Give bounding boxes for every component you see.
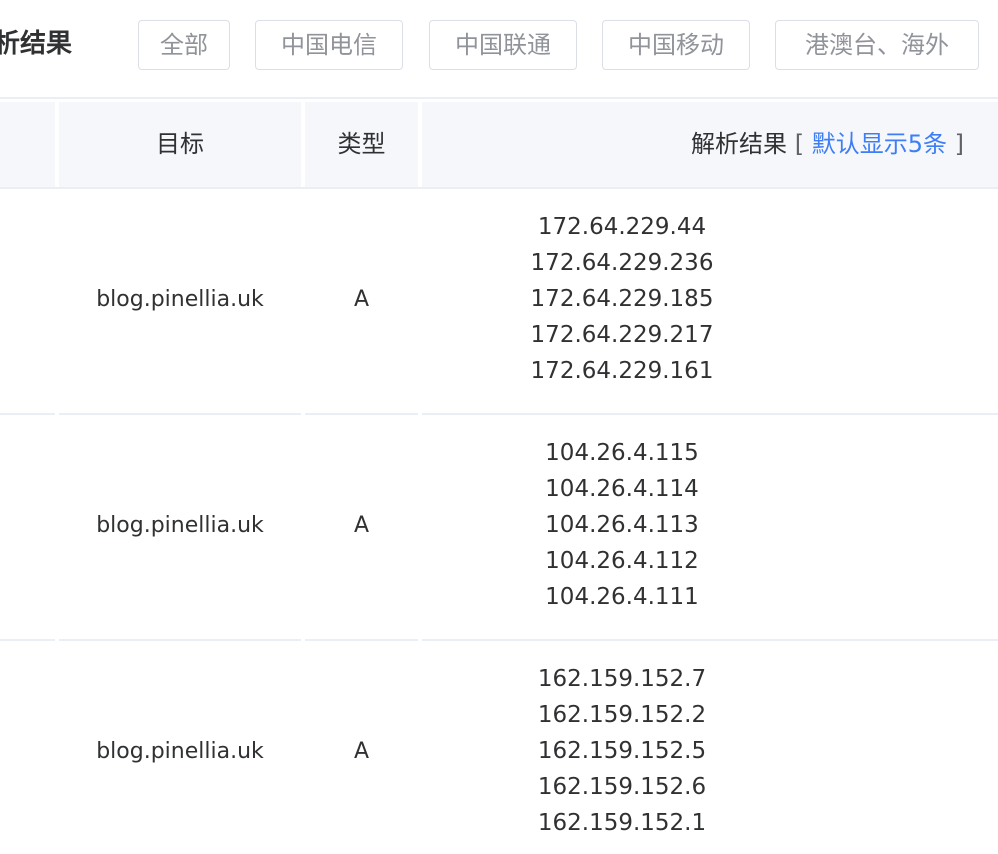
header-divider	[0, 97, 998, 99]
row-2-type: A	[353, 513, 370, 538]
ip-address: 104.26.4.112	[545, 548, 699, 574]
row-3-target: blog.pinellia.uk	[96, 739, 264, 764]
table-header: 目标 类型 解析结果 [ 默认显示5条 ]	[0, 102, 998, 187]
tab-china-unicom[interactable]: 中国联通	[429, 20, 577, 70]
row-1-type: A	[353, 287, 370, 312]
bracket-close: ]	[954, 130, 964, 158]
ip-address: 162.159.152.1	[537, 810, 707, 836]
section-title: 析结果	[0, 29, 73, 59]
column-header-leading	[0, 102, 55, 187]
default-count-link[interactable]: 默认显示5条	[812, 130, 947, 158]
ip-address: 172.64.229.161	[530, 358, 714, 384]
ip-address: 162.159.152.6	[537, 774, 707, 800]
column-header-type: 类型	[305, 102, 418, 187]
row-divider	[0, 413, 998, 415]
column-separator	[55, 189, 59, 854]
tab-hk-macau-taiwan-overseas[interactable]: 港澳台、海外	[775, 20, 979, 70]
row-3-type: A	[353, 739, 370, 764]
ip-address: 104.26.4.115	[545, 440, 699, 466]
column-header-target: 目标	[59, 102, 301, 187]
ip-address: 162.159.152.7	[537, 666, 707, 692]
column-header-result-label: 解析结果	[691, 130, 788, 158]
bracket-open: [	[794, 130, 805, 158]
column-separator	[301, 189, 305, 854]
ip-address: 104.26.4.114	[545, 476, 699, 502]
ip-address: 172.64.229.236	[530, 250, 714, 276]
tab-all[interactable]: 全部	[138, 20, 230, 70]
row-2-ip-list: 104.26.4.115 104.26.4.114 104.26.4.113 1…	[422, 435, 822, 615]
column-header-result: 解析结果 [ 默认显示5条 ]	[422, 102, 998, 187]
row-1-target: blog.pinellia.uk	[96, 287, 264, 312]
ip-address: 172.64.229.44	[537, 214, 707, 240]
ip-address: 172.64.229.185	[530, 286, 714, 312]
row-divider	[0, 639, 998, 641]
ip-address: 162.159.152.5	[537, 738, 707, 764]
header-bottom-border	[0, 187, 998, 189]
ip-address: 104.26.4.113	[545, 512, 699, 538]
tab-china-telecom[interactable]: 中国电信	[255, 20, 403, 70]
row-1-ip-list: 172.64.229.44 172.64.229.236 172.64.229.…	[422, 209, 822, 389]
row-2-target: blog.pinellia.uk	[96, 513, 264, 538]
column-separator	[418, 189, 422, 854]
ip-address: 162.159.152.2	[537, 702, 707, 728]
ip-address: 104.26.4.111	[545, 584, 699, 610]
dns-results-panel: 析结果 全部 中国电信 中国联通 中国移动 港澳台、海外 目标 类型 解析结果 …	[0, 0, 998, 854]
ip-address: 172.64.229.217	[530, 322, 714, 348]
row-3-ip-list: 162.159.152.7 162.159.152.2 162.159.152.…	[422, 661, 822, 841]
tab-china-mobile[interactable]: 中国移动	[602, 20, 750, 70]
